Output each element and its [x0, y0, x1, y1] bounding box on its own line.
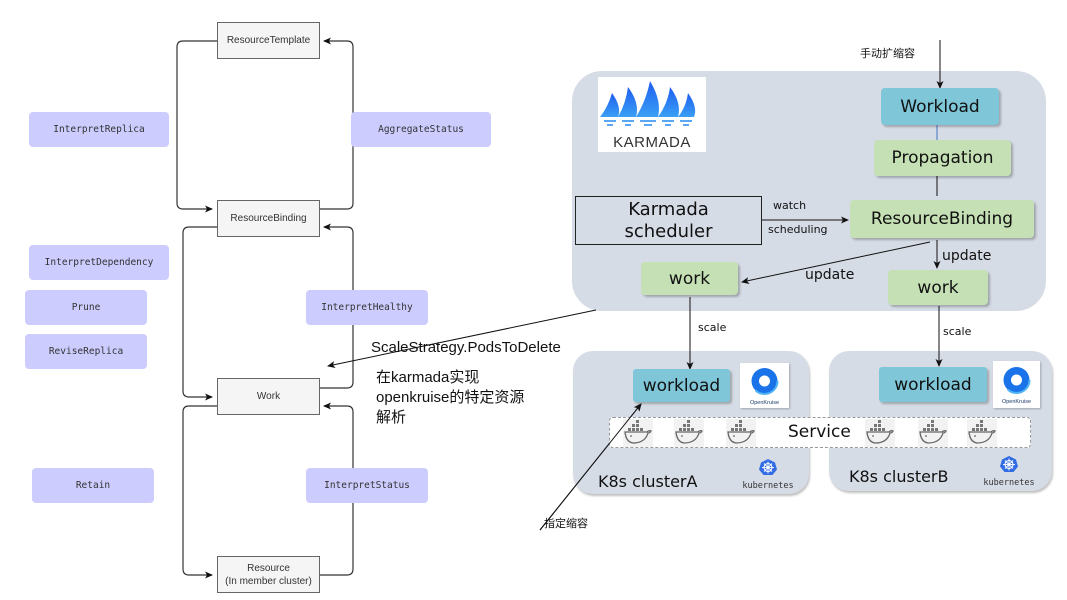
stage-label: Resource	[247, 562, 290, 574]
svg-text:OpenKruise: OpenKruise	[750, 400, 779, 406]
stage-label: Work	[256, 391, 281, 402]
node-resource-binding: ResourceBinding	[850, 200, 1034, 238]
impl-note-line: 在karmada实现	[376, 369, 480, 386]
karmada-scheduler: Karmada scheduler	[575, 196, 762, 245]
op-label: Retain	[75, 480, 111, 491]
op-label: ReviseReplica	[48, 346, 124, 357]
op-interpret-dependency: InterpretDependency	[29, 245, 169, 280]
op-label: Prune	[71, 302, 101, 313]
op-interpret-status: InterpretStatus	[306, 468, 428, 503]
update-left-label: update	[805, 267, 855, 283]
svg-text:OpenKruise: OpenKruise	[1002, 399, 1031, 405]
edge-template-to-binding	[176, 40, 217, 213]
docker-pod-icon	[918, 419, 948, 447]
node-propagation: Propagation	[874, 140, 1011, 176]
scale-strategy-label: ScaleStrategy.PodsToDelete	[371, 339, 561, 356]
node-work-left: work	[641, 262, 738, 295]
node-label: work	[668, 268, 711, 289]
scheduler-label: scheduler	[624, 220, 713, 242]
stage-work: Work	[217, 378, 320, 415]
stage-label: ResourceBinding	[230, 213, 307, 224]
op-label: InterpretReplica	[53, 124, 145, 135]
karmada-logo: KARMADA	[598, 77, 706, 152]
docker-pod-icon	[865, 419, 895, 447]
op-interpret-replica: InterpretReplica	[29, 112, 169, 147]
impl-note: 在karmada实现 openkruise的特定资源 解析	[376, 368, 524, 428]
docker-pod-icon	[967, 419, 997, 447]
op-label: InterpretStatus	[324, 480, 410, 491]
targeted-scale-down-label: 指定缩容	[544, 517, 588, 530]
watch-label: watch	[773, 199, 807, 212]
node-label: Workload	[900, 96, 980, 117]
cluster-b-openkruise-logo: OpenKruise	[993, 361, 1040, 408]
service-label: Service	[788, 422, 851, 442]
op-retain: Retain	[32, 468, 154, 503]
scale-right-label: scale	[943, 325, 972, 338]
op-prune: Prune	[25, 290, 147, 325]
svg-text:kubernetes: kubernetes	[983, 478, 1034, 488]
cluster-b-workload: workload	[879, 367, 987, 402]
op-label: InterpretHealthy	[321, 302, 413, 313]
op-interpret-healthy: InterpretHealthy	[306, 290, 428, 325]
cluster-a-kubernetes-logo: kubernetes	[734, 458, 806, 492]
cluster-b-kubernetes-logo: kubernetes	[973, 455, 1045, 489]
svg-text:kubernetes: kubernetes	[742, 481, 793, 491]
op-label: InterpretDependency	[44, 257, 154, 268]
cluster-b-name: K8s clusterB	[849, 467, 949, 486]
op-revise-replica: ReviseReplica	[25, 334, 147, 369]
openkruise-icon: OpenKruise	[1002, 366, 1031, 405]
edge-work-to-resource	[182, 405, 217, 579]
stage-sublabel: (In member cluster)	[225, 575, 312, 587]
node-workload: Workload	[881, 88, 999, 125]
node-label: workload	[894, 374, 972, 395]
karmada-sails-icon: KARMADA	[600, 81, 696, 151]
node-label: workload	[642, 375, 721, 396]
op-label: AggregateStatus	[378, 124, 464, 135]
manual-scale-label: 手动扩缩容	[860, 47, 915, 60]
edge-binding-to-template	[319, 37, 354, 210]
docker-pod-icon	[726, 419, 756, 447]
kubernetes-icon: kubernetes	[983, 456, 1035, 488]
diagram-canvas: ResourceTemplate ResourceBinding Work Re…	[0, 0, 1067, 600]
node-label: ResourceBinding	[870, 209, 1014, 229]
cluster-a-workload: workload	[633, 369, 730, 402]
impl-note-line: openkruise的特定资源	[376, 389, 525, 406]
scale-left-label: scale	[698, 321, 727, 334]
update-right-label: update	[942, 248, 992, 264]
stage-resource-binding: ResourceBinding	[217, 200, 320, 237]
scheduling-label: scheduling	[768, 223, 828, 236]
scheduler-label: Karmada	[628, 198, 709, 220]
stage-label: ResourceTemplate	[226, 35, 311, 46]
node-label: work	[917, 277, 959, 298]
stage-resource-template: ResourceTemplate	[217, 22, 320, 59]
karmada-logo-text: KARMADA	[613, 134, 691, 151]
op-aggregate-status: AggregateStatus	[351, 112, 491, 147]
kubernetes-icon: kubernetes	[742, 459, 794, 491]
cluster-a-name: K8s clusterA	[598, 472, 698, 491]
node-label: Propagation	[891, 148, 994, 168]
stage-resource-member-cluster: Resource (In member cluster)	[217, 556, 320, 593]
cluster-a-openkruise-logo: OpenKruise	[740, 363, 789, 408]
docker-pod-icon	[674, 419, 704, 447]
docker-pod-icon	[623, 419, 653, 447]
node-work-right: work	[888, 270, 988, 305]
openkruise-icon: OpenKruise	[750, 367, 779, 406]
impl-note-line: 解析	[376, 409, 407, 426]
